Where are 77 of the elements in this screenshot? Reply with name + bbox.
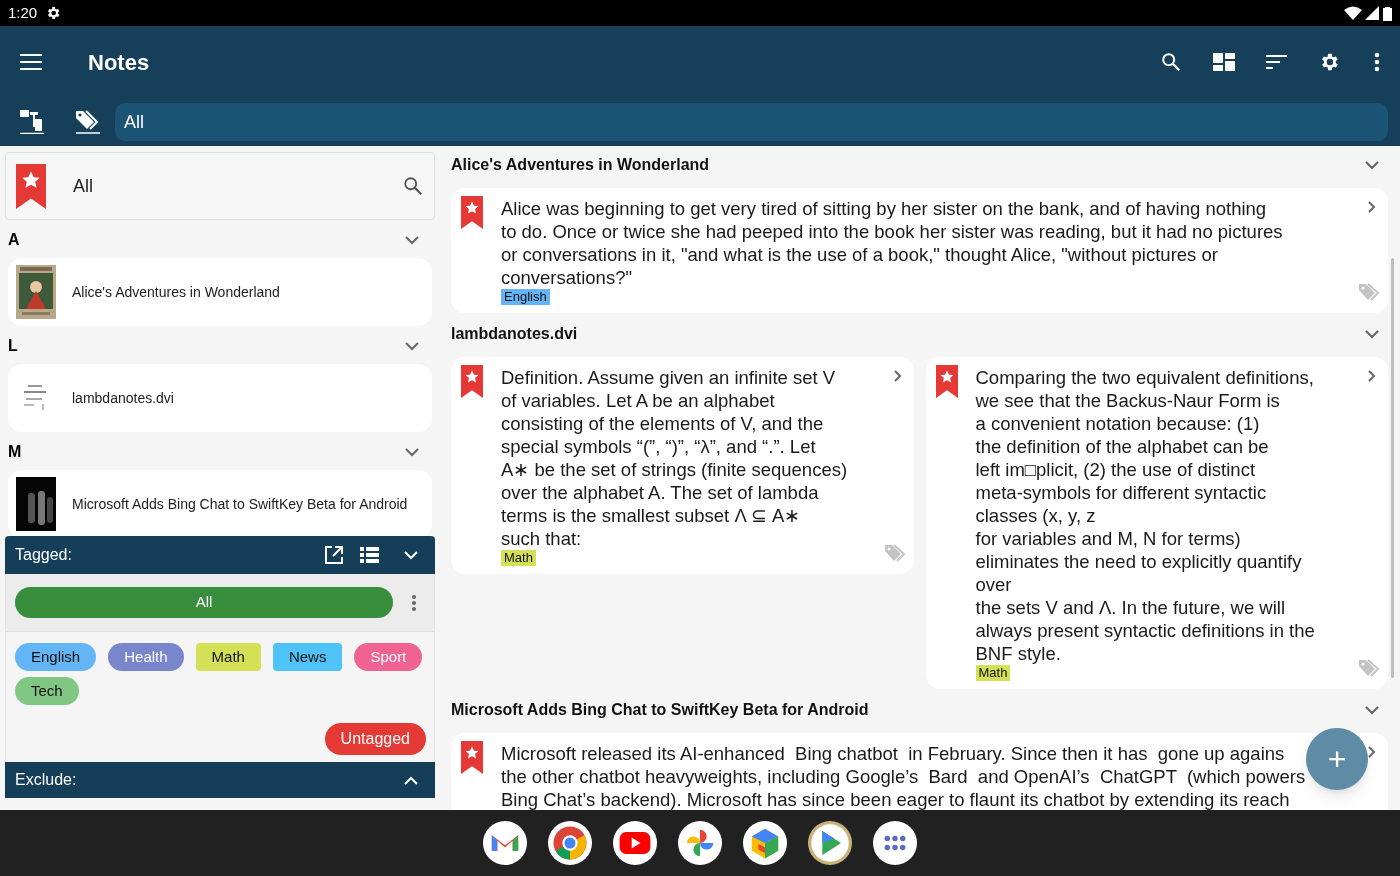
- untagged-button[interactable]: Untagged: [324, 723, 426, 755]
- wifi-icon: [1344, 6, 1362, 20]
- note-card[interactable]: [925, 357, 1388, 689]
- browser-icon[interactable]: [548, 821, 592, 865]
- all-tags-button[interactable]: All: [15, 587, 393, 618]
- note-title: Microsoft Adds Bing Chat to SwiftKey Beta for Android: [72, 494, 408, 514]
- tree-icon[interactable]: [20, 110, 44, 134]
- note-text: Definition. Assume given an infinite set V of variables. Let A be an alphabet consisting of the elements of V, and the special symbols “(”, “)”, “λ”, and “.”. Let A∗ be the set of strings (finite sequences) over the alphabet A. The set of lambda terms is the smallest subset Λ ⊆ A∗ such that:: [501, 366, 848, 550]
- bookmark-star-icon: [461, 365, 483, 398]
- section-letter: M: [8, 442, 22, 462]
- group-title: Microsoft Adds Bing Chat to SwiftKey Beta for Android: [451, 700, 869, 720]
- note-card[interactable]: [451, 188, 1388, 313]
- app-grid-icon[interactable]: [873, 821, 917, 865]
- tag-chip[interactable]: English: [15, 643, 97, 671]
- note-card[interactable]: [451, 357, 914, 574]
- exclude-label: Exclude:: [15, 770, 77, 790]
- chevron-down-icon[interactable]: [1364, 160, 1380, 170]
- tag-label[interactable]: Math: [501, 550, 536, 566]
- search-icon[interactable]: [402, 175, 424, 197]
- search-icon[interactable]: [1160, 51, 1182, 73]
- chevron-right-icon[interactable]: [1367, 369, 1376, 383]
- menu-icon[interactable]: [20, 54, 42, 70]
- filter-label: All: [73, 174, 93, 198]
- filter-header-card[interactable]: All: [5, 152, 435, 220]
- tag-chip[interactable]: News: [272, 643, 343, 671]
- more-icon[interactable]: [412, 594, 416, 611]
- tag-chip[interactable]: Tech: [15, 677, 79, 705]
- chevron-right-icon[interactable]: [892, 369, 902, 383]
- filter-field[interactable]: All: [115, 103, 1388, 141]
- sort-icon[interactable]: [1266, 55, 1287, 69]
- settings-icon: [45, 5, 62, 21]
- bookmark-star-icon: [461, 196, 483, 229]
- dashboard-icon[interactable]: [1213, 53, 1235, 71]
- note-text: Microsoft released its AI-enhanced Bing chatbot in February. Since then it has gone up agains the other chatbot heavyweights, including Google’s Bard and OpenAI’s ChatGPT (which powers Bing Chat’s backend). Microsoft has since been eager to flaunt its chatbot by extending its reach: [501, 742, 1306, 810]
- battery-icon: [1383, 5, 1392, 21]
- note-list-item[interactable]: Microsoft Adds Bing Chat to SwiftKey Beta for Android: [8, 470, 432, 536]
- chevron-down-icon[interactable]: [404, 341, 420, 351]
- tagged-bar[interactable]: Tagged:: [5, 536, 435, 574]
- group-title: Alice's Adventures in Wonderland: [451, 155, 710, 175]
- video-play-icon[interactable]: [613, 821, 657, 865]
- note-text: Comparing the two equivalent definitions, we see that the Backus-Naur Form is a convenient notation because: (1) the definition of the alphabet can be left im□plicit, (2) the use of distinct meta-symbols for different syntactic classes (x, y, z for variables and M, N for terms) eliminates the need to explicitly quantify over the sets V and Λ. In the future, we will always present syntactic definitions in the BNF style.: [975, 366, 1315, 665]
- section-letter: L: [8, 336, 18, 356]
- mail-icon[interactable]: [483, 821, 527, 865]
- app-title: Notes: [88, 48, 150, 77]
- exclude-bar[interactable]: Exclude:: [5, 762, 435, 798]
- group-title: lambdanotes.dvi: [451, 324, 578, 344]
- cube-icon[interactable]: [743, 821, 787, 865]
- tags-icon[interactable]: [75, 110, 101, 134]
- pinwheel-icon[interactable]: [678, 821, 722, 865]
- note-title: lambdanotes.dvi: [72, 388, 174, 408]
- list-icon[interactable]: [360, 547, 379, 563]
- note-list-item[interactable]: Alice's Adventures in Wonderland: [8, 258, 432, 326]
- note-text: Alice was beginning to get very tired of sitting by her sister on the bank, and of having nothing to do. Once or twice she had peeped into the book her sister was reading, but it had no pictures or conversations in it, "and what is the use of a book," thought Alice, "without pictures or conversations?": [501, 197, 1283, 289]
- chevron-right-icon[interactable]: [1367, 745, 1376, 759]
- open-external-icon[interactable]: [324, 545, 344, 565]
- note-card[interactable]: [451, 733, 1388, 810]
- tag-label[interactable]: Math: [975, 665, 1011, 681]
- bookmark-star-icon: [935, 365, 958, 398]
- chevron-right-icon[interactable]: [1367, 200, 1376, 214]
- bookmark-star-icon: [16, 163, 46, 209]
- note-list-item[interactable]: lambdanotes.dvi: [8, 364, 432, 432]
- chevron-down-icon[interactable]: [1364, 329, 1380, 339]
- chevron-down-icon[interactable]: [404, 235, 420, 245]
- signal-icon: [1365, 6, 1379, 20]
- chevron-down-icon[interactable]: [404, 447, 420, 457]
- tag-label[interactable]: English: [501, 289, 550, 305]
- tagged-label: Tagged:: [15, 545, 72, 565]
- section-letter: A: [8, 230, 20, 250]
- scrollbar[interactable]: [1391, 258, 1394, 678]
- note-title: Alice's Adventures in Wonderland: [72, 282, 280, 302]
- chevron-up-icon[interactable]: [403, 775, 419, 785]
- bookmark-star-icon: [461, 741, 483, 774]
- status-time: 1:20: [8, 2, 38, 23]
- chevron-down-icon[interactable]: [1364, 705, 1380, 715]
- tag-chip[interactable]: Math: [195, 643, 261, 671]
- play-store-icon[interactable]: [808, 821, 852, 865]
- more-icon[interactable]: [1374, 52, 1380, 72]
